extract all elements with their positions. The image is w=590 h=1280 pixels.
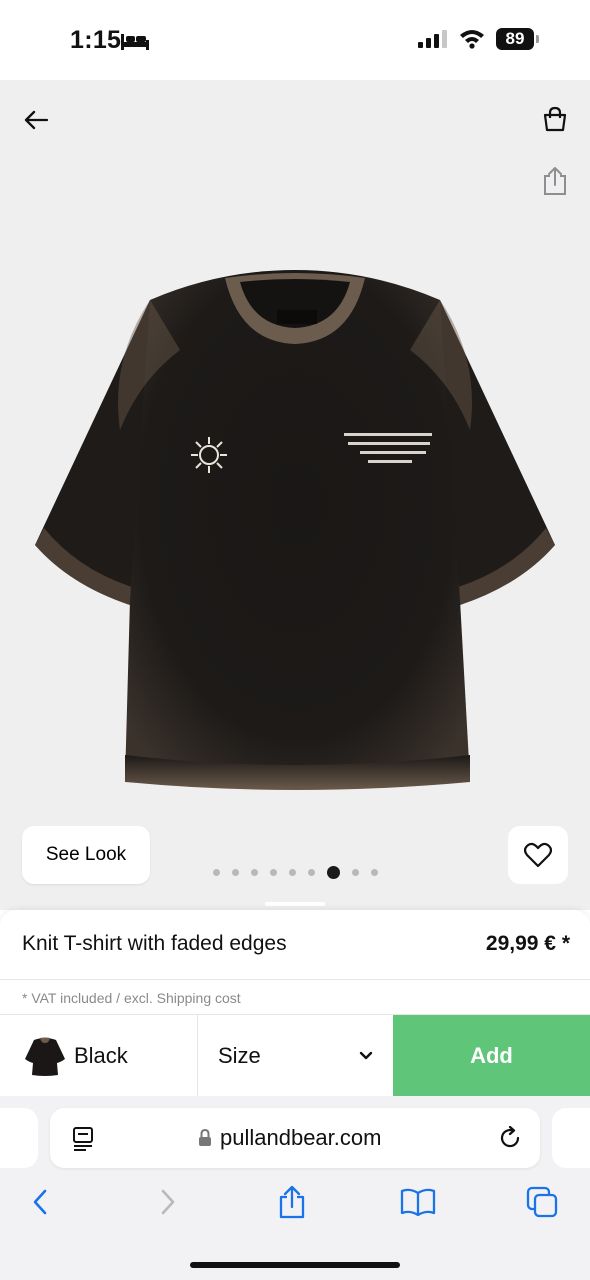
product-image[interactable] xyxy=(30,270,560,800)
purchase-row: Black Size Add xyxy=(0,1014,590,1097)
color-selector[interactable]: Black xyxy=(0,1015,198,1097)
image-pagination[interactable] xyxy=(0,866,590,879)
battery-cap xyxy=(536,35,539,43)
page: 1:15 89 See Look Knit T-shirt with faded… xyxy=(0,0,590,1280)
lock-icon xyxy=(199,1129,211,1146)
pagination-dot[interactable] xyxy=(231,869,239,876)
share-product-button[interactable] xyxy=(538,164,572,198)
sheet-drag-handle[interactable] xyxy=(265,902,325,906)
url-text[interactable]: pullandbear.com xyxy=(220,1125,381,1151)
cellular-signal-icon xyxy=(418,30,447,48)
chevron-left-icon xyxy=(33,1189,47,1215)
address-bar[interactable]: pullandbear.com xyxy=(50,1108,540,1168)
size-selector[interactable]: Size xyxy=(198,1015,393,1097)
cart-button[interactable] xyxy=(538,102,572,136)
battery-level: 89 xyxy=(505,29,525,48)
pagination-dot[interactable] xyxy=(212,869,220,876)
reload-icon[interactable] xyxy=(498,1126,522,1150)
pagination-dot[interactable] xyxy=(250,869,258,876)
heart-icon xyxy=(524,842,552,868)
product-info-sheet: Knit T-shirt with faded edges 29,99 € * … xyxy=(0,910,590,1097)
product-name: Knit T-shirt with faded edges xyxy=(22,932,287,955)
status-time: 1:15 xyxy=(70,26,122,54)
chevron-right-icon xyxy=(161,1189,175,1215)
status-bar: 1:15 89 xyxy=(0,0,590,80)
browser-toolbar xyxy=(0,1182,590,1232)
book-icon xyxy=(400,1188,436,1216)
pagination-dot[interactable] xyxy=(288,869,296,876)
product-price: 29,99 € * xyxy=(485,932,570,955)
product-title-row: Knit T-shirt with faded edges 29,99 € * xyxy=(0,910,590,980)
share-icon xyxy=(279,1185,305,1219)
shopping-bag-icon xyxy=(543,106,567,132)
chevron-down-icon xyxy=(359,1051,373,1060)
add-to-cart-button[interactable]: Add xyxy=(393,1015,590,1097)
arrow-left-icon xyxy=(24,110,49,130)
previous-tab-preview[interactable] xyxy=(0,1108,38,1168)
next-tab-preview[interactable] xyxy=(552,1108,590,1168)
pagination-dot[interactable] xyxy=(351,869,359,876)
bookmarks-button[interactable] xyxy=(398,1182,438,1222)
pagination-dot[interactable] xyxy=(370,869,378,876)
reader-mode-icon[interactable] xyxy=(72,1126,96,1152)
browser-share-button[interactable] xyxy=(272,1182,312,1222)
pagination-dot[interactable] xyxy=(307,869,315,876)
browser-forward-button[interactable] xyxy=(148,1182,188,1222)
browser-back-button[interactable] xyxy=(20,1182,60,1222)
home-indicator xyxy=(190,1262,400,1268)
sleep-focus-icon xyxy=(121,34,149,50)
tabs-button[interactable] xyxy=(522,1182,562,1222)
pagination-dot[interactable] xyxy=(269,869,277,876)
color-thumbnail xyxy=(25,1037,65,1076)
battery-indicator: 89 xyxy=(496,28,534,50)
color-label: Black xyxy=(74,1043,128,1068)
browser-chrome: pullandbear.com xyxy=(0,1096,590,1280)
vat-note: * VAT included / excl. Shipping cost xyxy=(22,990,241,1006)
product-gallery[interactable]: See Look xyxy=(0,80,590,910)
tabs-icon xyxy=(526,1186,558,1218)
wifi-icon xyxy=(460,30,484,49)
size-label: Size xyxy=(218,1043,261,1068)
share-icon xyxy=(544,167,566,195)
back-button[interactable] xyxy=(20,104,52,136)
pagination-dot[interactable] xyxy=(326,866,340,879)
